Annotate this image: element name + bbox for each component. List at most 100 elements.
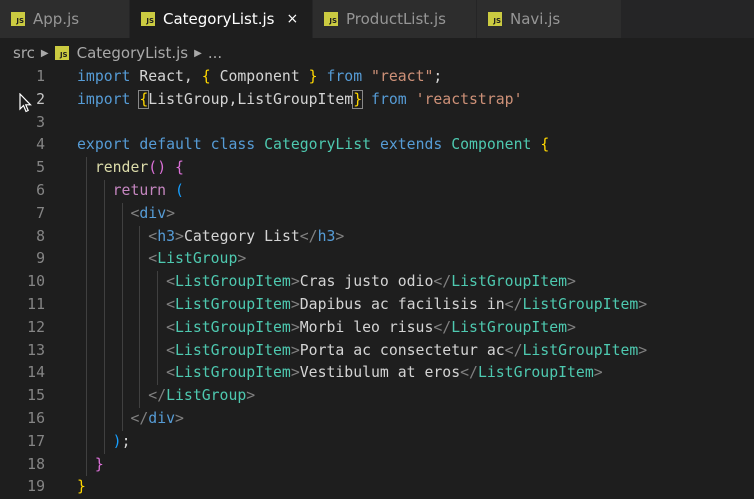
code-token: import xyxy=(77,90,131,108)
code-token: ListGroupItem xyxy=(522,341,639,359)
line-number: 10 xyxy=(27,273,45,291)
code-token: ListGroupItem xyxy=(451,318,568,336)
js-file-icon: JS xyxy=(54,46,69,60)
code-token: > xyxy=(290,273,300,291)
code-text: export default class CategoryList extend… xyxy=(77,134,549,157)
tab-category-list-js[interactable]: JS CategoryList.js × xyxy=(130,0,313,38)
code-text: import {ListGroup,ListGroupItem} from 'r… xyxy=(77,89,522,112)
code-token: div xyxy=(148,410,176,427)
code-line[interactable]: 3 xyxy=(0,112,754,135)
code-token: ListGroupItem xyxy=(175,341,291,359)
code-token: > xyxy=(290,341,300,359)
code-token: ListGroup xyxy=(157,250,238,268)
line-number: 3 xyxy=(36,113,45,131)
code-token: from xyxy=(362,90,416,108)
line-number: 17 xyxy=(27,432,45,450)
code-token: h3 xyxy=(157,227,176,245)
code-token: </ xyxy=(433,318,452,336)
code-token: } xyxy=(77,478,86,496)
code-line[interactable]: 15 </ListGroup> xyxy=(0,385,754,408)
code-text: ); xyxy=(77,431,131,454)
code-token: ; xyxy=(121,432,131,450)
breadcrumb-folder[interactable]: src xyxy=(13,44,35,62)
code-token: > xyxy=(246,387,256,405)
code-line[interactable]: 1 import React, { Component } from "react… xyxy=(0,66,754,89)
tab-app-js[interactable]: JS App.js xyxy=(0,0,130,38)
code-line[interactable]: 12 <ListGroupItem>Morbi leo risus</ListG… xyxy=(0,316,754,340)
code-line[interactable]: 11 <ListGroupItem>Dapibus ac facilisis i… xyxy=(0,294,754,317)
code-token: Category List xyxy=(183,227,300,245)
code-token: Component xyxy=(451,136,532,154)
code-token: class xyxy=(210,136,256,154)
js-file-icon: JS xyxy=(324,12,338,26)
code-token: ) xyxy=(112,432,122,450)
code-line[interactable]: 13 <ListGroupItem>Porta ac consectetur a… xyxy=(0,339,754,363)
code-token: < xyxy=(166,296,176,313)
code-token: extends xyxy=(379,136,443,154)
code-token: CategoryList xyxy=(264,136,372,154)
code-token: { xyxy=(175,159,184,177)
code-line[interactable]: 5 render() { xyxy=(0,157,754,180)
code-token: () xyxy=(148,159,167,177)
code-token: } xyxy=(94,455,104,473)
code-line[interactable]: 18 } xyxy=(0,453,754,477)
code-token: </ xyxy=(433,273,452,291)
code-token: return xyxy=(112,182,167,199)
code-text: </ListGroup> xyxy=(77,385,255,408)
code-token: </ xyxy=(460,364,478,382)
code-token: export xyxy=(77,136,131,154)
code-token: > xyxy=(638,341,648,359)
code-token: > xyxy=(290,296,300,313)
code-line[interactable]: 7 <div> xyxy=(0,202,754,226)
code-text: return ( xyxy=(77,180,184,203)
code-token: render xyxy=(94,159,149,177)
code-token: </ xyxy=(504,296,523,313)
tab-product-list-js[interactable]: JS ProductList.js xyxy=(313,0,477,38)
js-file-icon: JS xyxy=(141,12,155,26)
line-number: 11 xyxy=(27,296,45,313)
code-line[interactable]: 8 <h3>Category List</h3> xyxy=(0,225,754,249)
line-number: 16 xyxy=(27,410,45,427)
code-line[interactable]: 19} xyxy=(0,476,754,499)
line-number: 8 xyxy=(36,227,45,245)
breadcrumb-file[interactable]: CategoryList.js xyxy=(77,44,189,62)
code-line[interactable]: 16 </div> xyxy=(0,408,754,431)
editor-tab-bar: JS App.js JS CategoryList.js × JS Produc… xyxy=(0,0,754,38)
breadcrumb-symbols[interactable]: ... xyxy=(208,44,222,62)
code-line[interactable]: 10 <ListGroupItem>Cras justo odio</ListG… xyxy=(0,271,754,294)
code-line[interactable]: 17 ); xyxy=(0,430,754,454)
code-token: > xyxy=(567,273,576,291)
code-text: <ListGroupItem>Dapibus ac facilisis in</… xyxy=(77,294,647,317)
code-token: > xyxy=(638,296,648,313)
code-token: > xyxy=(593,364,603,382)
line-number: 5 xyxy=(36,159,45,177)
close-icon[interactable]: × xyxy=(287,11,299,27)
js-file-icon: JS xyxy=(11,12,25,26)
code-line[interactable]: 2 import {ListGroup,ListGroupItem} from '… xyxy=(0,89,754,112)
code-text: <h3>Category List</h3> xyxy=(77,226,344,249)
code-line[interactable]: 9 <ListGroup> xyxy=(0,248,754,272)
code-token: Morbi leo risus xyxy=(299,318,434,336)
code-line[interactable]: 6 return ( xyxy=(0,180,754,203)
code-editor[interactable]: 1 import React, { Component } from "react… xyxy=(0,66,754,495)
code-line[interactable]: 14 <ListGroupItem>Vestibulum at eros</Li… xyxy=(0,362,754,386)
code-text: } xyxy=(77,454,104,477)
tab-navi-js[interactable]: JS Navi.js xyxy=(477,0,622,38)
code-token: </ xyxy=(148,387,167,405)
code-token: < xyxy=(148,250,158,268)
code-token: < xyxy=(166,341,176,359)
line-number: 15 xyxy=(27,387,45,405)
code-token: Vestibulum at eros xyxy=(299,364,461,382)
chevron-right-icon: ▶ xyxy=(40,47,49,59)
code-text: <div> xyxy=(77,203,175,226)
tab-label: CategoryList.js xyxy=(163,10,275,28)
code-token: { xyxy=(540,136,550,154)
code-text: } xyxy=(77,476,86,499)
line-number: 1 xyxy=(36,68,45,85)
code-token: > xyxy=(166,204,176,222)
code-line[interactable]: 4 export default class CategoryList exten… xyxy=(0,134,754,157)
code-text: <ListGroupItem>Cras justo odio</ListGrou… xyxy=(77,271,576,294)
